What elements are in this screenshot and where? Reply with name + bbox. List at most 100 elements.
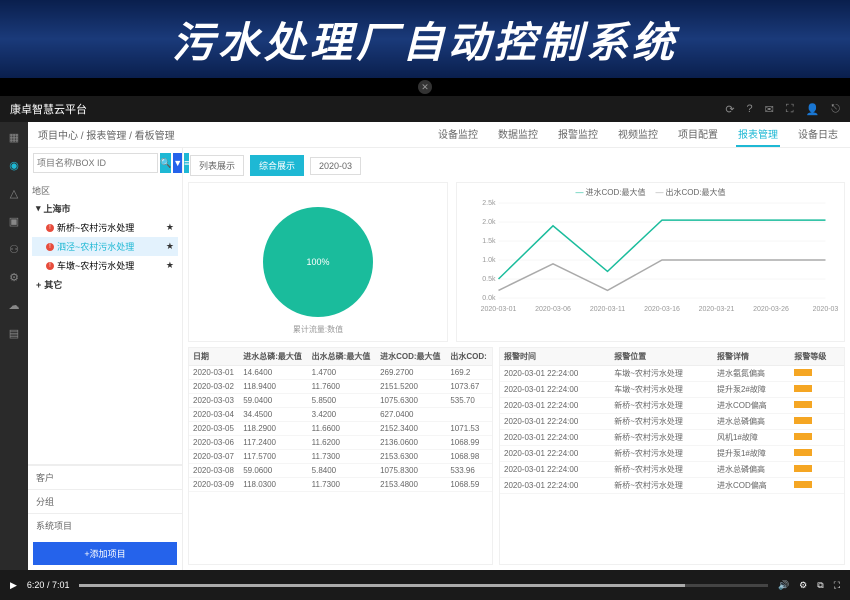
tree-other[interactable]: + 其它 [32,275,178,294]
table-row[interactable]: 2020-03-01 22:24:00新桥~农村污水处理进水COD偏高 [500,478,844,494]
table-row[interactable]: 2020-03-01 22:24:00新桥~农村污水处理进水COD偏高 [500,398,844,414]
tree-region-label: 地区 [32,182,178,199]
table-row[interactable]: 2020-03-0859.06005.84001075.8300533.96 [189,464,492,478]
table-row[interactable]: 2020-03-0434.45003.4200627.0400 [189,408,492,422]
pie-circle: 100% [263,207,373,317]
table-row[interactable]: 2020-03-0359.04005.85001075.6300535.70 [189,394,492,408]
pie-chart: 100% 累计流量:数值 [188,182,448,342]
svg-text:1.0k: 1.0k [482,257,496,264]
volume-icon[interactable]: 🔊 [778,580,789,591]
refresh-icon[interactable]: ⟳ [725,103,734,116]
alarm-th: 报警位置 [610,348,713,366]
table-row[interactable]: 2020-03-01 22:24:00新桥~农村污水处理风机1#故障 [500,430,844,446]
tab-1[interactable]: 数据监控 [496,122,540,147]
table-row[interactable]: 2020-03-09118.030011.73002153.48001068.5… [189,478,492,492]
logout-icon[interactable]: ⎋ [831,103,840,116]
bottom-sections: 客户 分组 系统项目 +添加项目 [28,464,182,570]
date-picker[interactable]: 2020-03 [310,157,361,175]
tab-4[interactable]: 项目配置 [676,122,720,147]
sidebar: ▦ ◉ △ ▣ ⚇ ⚙ ☁ ▤ [0,122,28,570]
help-icon[interactable]: ? [747,103,753,115]
search-button[interactable]: 🔍 [160,153,171,173]
search-input[interactable] [33,153,158,173]
data-th: 出水COD: [446,348,492,366]
topbar-actions: ⟳ ? ✉ ⛶ 👤 ⎋ [725,103,840,116]
nav-monitor-icon[interactable]: ◉ [7,158,21,172]
section-group[interactable]: 分组 [28,489,182,513]
table-row[interactable]: 2020-03-07117.570011.73002153.63001068.9… [189,450,492,464]
nav-alert-icon[interactable]: △ [7,186,21,200]
tree-region[interactable]: ▾ 上海市 [32,199,178,218]
svg-text:1.5k: 1.5k [482,238,496,245]
nav-report-icon[interactable]: ▤ [7,326,21,340]
data-table-el: 日期进水总磷:最大值出水总磷:最大值进水COD:最大值出水COD:2020-03… [189,348,492,492]
add-project-button[interactable]: +添加项目 [33,542,177,565]
tree-site-2[interactable]: !车墩~农村污水处理★ [32,256,178,275]
alarm-th: 报警详情 [713,348,790,366]
tree-site-0[interactable]: !新桥~农村污水处理★ [32,218,178,237]
settings-icon[interactable]: ⚙ [799,580,807,591]
nav-user-icon[interactable]: ⚇ [7,242,21,256]
view-combine-button[interactable]: 综合展示 [250,155,304,176]
nav-cloud-icon[interactable]: ☁ [7,298,21,312]
table-row[interactable]: 2020-03-02118.940011.76002151.52001073.6… [189,380,492,394]
table-row[interactable]: 2020-03-01 22:24:00新桥~农村污水处理进水总磷偏高 [500,414,844,430]
nav-home-icon[interactable]: ▦ [7,130,21,144]
section-sys[interactable]: 系统项目 [28,513,182,537]
left-panel: 🔍 ▼ ≡ 地区 ▾ 上海市 !新桥~农村污水处理★!泗泾~农村污水处理★!车墩… [28,148,183,570]
tree-site-1[interactable]: !泗泾~农村污水处理★ [32,237,178,256]
fullscreen-player-icon[interactable]: ⛶ [834,580,840,591]
svg-text:2020-03: 2020-03 [813,306,839,313]
tabs: 设备监控数据监控报警监控视频监控项目配置报表管理设备日志 [436,122,840,147]
table-row[interactable]: 2020-03-06117.240011.62002136.06001068.9… [189,436,492,450]
svg-text:2020-03-21: 2020-03-21 [699,306,735,313]
mail-icon[interactable]: ✉ [765,103,774,116]
nav-camera-icon[interactable]: ▣ [7,214,21,228]
svg-text:2020-03-16: 2020-03-16 [644,306,680,313]
section-customer[interactable]: 客户 [28,465,182,489]
table-row[interactable]: 2020-03-0114.64001.4700269.2700169.2 [189,366,492,380]
alarm-table-el: 报警时间报警位置报警详情报警等级2020-03-01 22:24:00车墩~农村… [500,348,844,494]
user-icon[interactable]: 👤 [806,103,820,116]
data-th: 日期 [189,348,239,366]
view-list-button[interactable]: 列表展示 [190,155,244,176]
tab-0[interactable]: 设备监控 [436,122,480,147]
tab-6[interactable]: 设备日志 [796,122,840,147]
body: 🔍 ▼ ≡ 地区 ▾ 上海市 !新桥~农村污水处理★!泗泾~农村污水处理★!车墩… [28,148,850,570]
svg-text:2020-03-11: 2020-03-11 [590,306,625,313]
banner-title: 污水处理厂自动控制系统 [172,9,678,70]
progress-bar[interactable] [79,584,767,587]
tab-5[interactable]: 报表管理 [736,122,780,147]
table-row[interactable]: 2020-03-01 22:24:00新桥~农村污水处理进水总磷偏高 [500,462,844,478]
view-toggles: 列表展示 综合展示 2020-03 [188,153,845,182]
play-icon[interactable]: ▶ [10,580,17,591]
charts-row: 100% 累计流量:数值 进水COD:最大值 出水COD:最大值 2020-03… [188,182,845,342]
data-th: 出水总磷:最大值 [308,348,376,366]
alarm-th: 报警时间 [500,348,610,366]
topbar: 康卓智慧云平台 ⟳ ? ✉ ⛶ 👤 ⎋ [0,96,850,122]
filter-button[interactable]: ▼ [173,153,182,173]
svg-text:0.0k: 0.0k [482,295,496,302]
svg-text:2020-03-06: 2020-03-06 [535,306,571,313]
nav-settings-icon[interactable]: ⚙ [7,270,21,284]
main: ▦ ◉ △ ▣ ⚇ ⚙ ☁ ▤ 项目中心 / 报表管理 / 看板管理 设备监控数… [0,122,850,570]
pip-icon[interactable]: ⧉ [817,580,823,591]
player-time: 6:20 / 7:01 [27,580,70,590]
table-row[interactable]: 2020-03-01 22:24:00车墩~农村污水处理进水氨氮偏高 [500,366,844,382]
table-row[interactable]: 2020-03-01 22:24:00车墩~农村污水处理提升泵2#故障 [500,382,844,398]
banner: 污水处理厂自动控制系统 [0,0,850,78]
data-table: 日期进水总磷:最大值出水总磷:最大值进水COD:最大值出水COD:2020-03… [188,347,493,565]
close-icon[interactable]: ✕ [418,80,432,94]
modal-close-bar: ✕ [0,78,850,96]
table-row[interactable]: 2020-03-01 22:24:00新桥~农村污水处理提升泵1#故障 [500,446,844,462]
table-row[interactable]: 2020-03-05118.290011.66002152.34001071.5… [189,422,492,436]
fullscreen-icon[interactable]: ⛶ [786,103,794,116]
svg-text:2020-03-26: 2020-03-26 [753,306,789,313]
pie-caption: 累计流量:数值 [293,324,343,335]
tab-2[interactable]: 报警监控 [556,122,600,147]
line-chart: 进水COD:最大值 出水COD:最大值 2020-03-012020-03-06… [456,182,845,342]
alarm-th: 报警等级 [790,348,844,366]
data-th: 进水总磷:最大值 [239,348,307,366]
svg-text:2.0k: 2.0k [482,219,496,226]
tab-3[interactable]: 视频监控 [616,122,660,147]
